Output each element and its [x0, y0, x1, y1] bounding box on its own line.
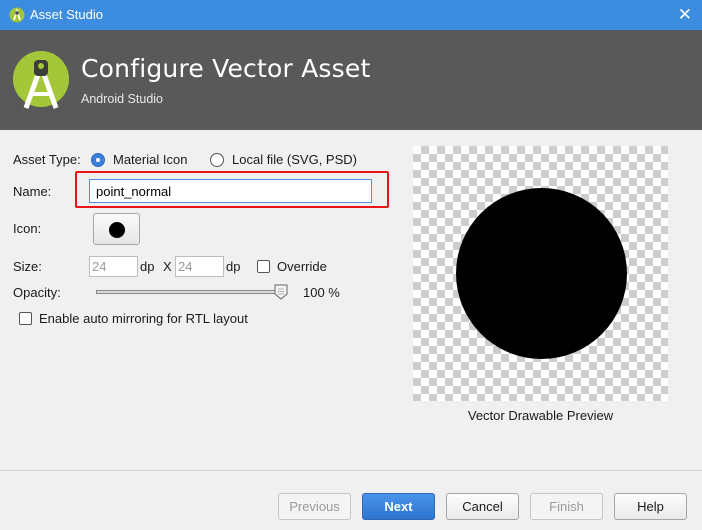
finish-button[interactable]: Finish — [530, 493, 603, 520]
height-input[interactable] — [175, 256, 224, 277]
opacity-slider-thumb[interactable] — [274, 284, 288, 300]
width-unit: dp — [140, 259, 155, 274]
vector-preview — [413, 146, 668, 401]
icon-picker-button[interactable] — [93, 213, 140, 245]
close-icon[interactable]: ✕ — [678, 5, 692, 25]
local-file-radio-label[interactable]: Local file (SVG, PSD) — [232, 152, 357, 167]
window-title: Asset Studio — [30, 7, 103, 22]
previous-button[interactable]: Previous — [278, 493, 351, 520]
height-unit: dp — [226, 259, 241, 274]
preview-circle-shape — [456, 188, 627, 359]
opacity-label: Opacity: — [13, 285, 61, 300]
title-bar: Asset Studio ✕ — [0, 0, 702, 30]
preview-caption: Vector Drawable Preview — [467, 408, 614, 423]
filled-circle-icon — [109, 222, 125, 238]
override-checkbox[interactable] — [257, 260, 270, 273]
android-studio-logo — [13, 51, 69, 109]
asset-type-label: Asset Type: — [13, 152, 81, 167]
name-input[interactable] — [89, 179, 372, 203]
name-label: Name: — [13, 184, 52, 199]
material-icon-radio-label[interactable]: Material Icon — [113, 152, 187, 167]
material-icon-radio[interactable] — [91, 153, 105, 167]
icon-label: Icon: — [13, 221, 42, 236]
page-subtitle: Android Studio — [81, 92, 164, 106]
width-input[interactable] — [89, 256, 138, 277]
wizard-header: Configure Vector Asset Android Studio — [0, 30, 702, 130]
next-button[interactable]: Next — [362, 493, 435, 520]
override-label[interactable]: Override — [277, 259, 327, 274]
help-button[interactable]: Help — [614, 493, 687, 520]
size-label: Size: — [13, 259, 42, 274]
rtl-mirroring-label[interactable]: Enable auto mirroring for RTL layout — [39, 311, 248, 326]
android-studio-icon — [9, 7, 25, 23]
footer-divider — [0, 470, 702, 471]
opacity-value: 100 % — [303, 285, 340, 300]
size-separator: X — [163, 259, 172, 274]
rtl-mirroring-checkbox[interactable] — [19, 312, 32, 325]
local-file-radio[interactable] — [210, 153, 224, 167]
page-title: Configure Vector Asset — [81, 54, 371, 83]
opacity-slider[interactable] — [96, 290, 286, 294]
cancel-button[interactable]: Cancel — [446, 493, 519, 520]
